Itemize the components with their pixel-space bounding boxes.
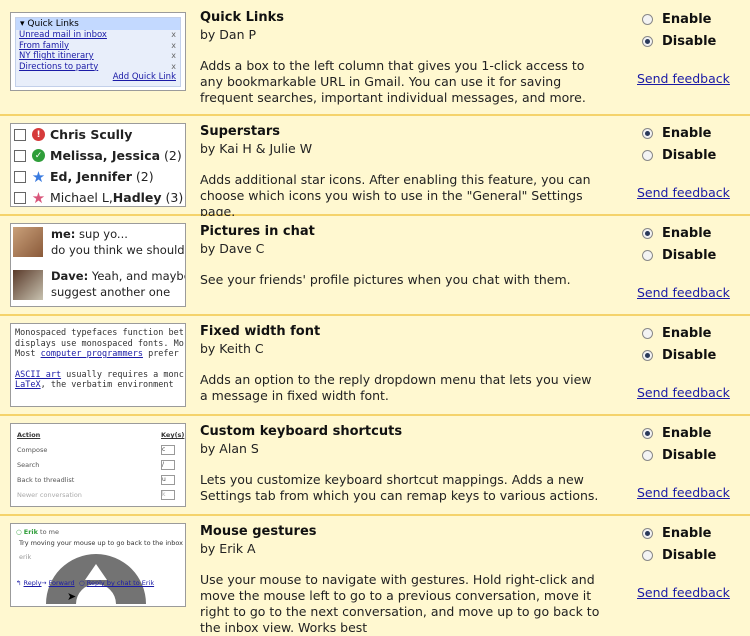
radio-icon[interactable] bbox=[642, 36, 653, 47]
feature-description: Adds an option to the reply dropdown men… bbox=[200, 372, 592, 403]
remove-icon: x bbox=[171, 51, 176, 60]
blue-star-icon: ★ bbox=[31, 167, 46, 186]
feature-row-pictures-in-chat: me: sup yo... do you think we should Dave… bbox=[0, 216, 750, 316]
feature-author: by Keith C bbox=[200, 341, 264, 356]
feature-description: Adds a box to the left column that gives… bbox=[200, 58, 586, 105]
disable-radio[interactable]: Disable bbox=[642, 148, 716, 163]
send-feedback-link[interactable]: Send feedback bbox=[637, 385, 730, 400]
key-field: u bbox=[161, 475, 175, 485]
checkbox-icon bbox=[14, 128, 26, 141]
quick-link-item: Unread mail in inbox x bbox=[19, 30, 176, 40]
feature-row-fixed-width-font: Monospaced typefaces function bet displa… bbox=[0, 316, 750, 416]
fixed-width-preview: Monospaced typefaces function bet displa… bbox=[10, 323, 186, 407]
checkbox-icon bbox=[14, 149, 26, 162]
enable-radio[interactable]: Enable bbox=[642, 526, 712, 541]
disable-radio[interactable]: Disable bbox=[642, 448, 716, 463]
enable-radio[interactable]: Enable bbox=[642, 326, 712, 341]
list-item: ✓ Melissa, Jessica (2) bbox=[11, 145, 185, 166]
feature-title: Superstars bbox=[200, 124, 281, 139]
chat-message: me: sup yo... do you think we should bbox=[51, 227, 185, 257]
radio-icon[interactable] bbox=[642, 150, 653, 161]
enable-radio[interactable]: Enable bbox=[642, 226, 712, 241]
feature-author: by Dave C bbox=[200, 241, 265, 256]
list-item: ★ Ed, Jennifer (2) bbox=[11, 166, 185, 187]
disable-radio[interactable]: Disable bbox=[642, 348, 716, 363]
radio-icon[interactable] bbox=[642, 14, 653, 25]
enable-radio[interactable]: Enable bbox=[642, 426, 712, 441]
radio-icon[interactable] bbox=[642, 428, 653, 439]
feature-title: Pictures in chat bbox=[200, 224, 315, 239]
quick-links-box: ▾ Quick Links Unread mail in inbox x From… bbox=[15, 17, 181, 87]
chat-message: Dave: Yeah, and maybe suggest another one bbox=[51, 269, 186, 299]
labs-feature-list: ▾ Quick Links Unread mail in inbox x From… bbox=[0, 0, 750, 635]
enable-radio[interactable]: Enable bbox=[642, 12, 712, 27]
remove-icon: x bbox=[171, 30, 176, 39]
avatar bbox=[13, 227, 43, 257]
exclamation-icon: ! bbox=[32, 128, 45, 141]
feature-title: Custom keyboard shortcuts bbox=[200, 424, 403, 439]
red-star-icon: ★ bbox=[31, 188, 46, 207]
remove-icon: x bbox=[171, 61, 176, 71]
radio-icon[interactable] bbox=[642, 128, 653, 139]
disable-radio[interactable]: Disable bbox=[642, 34, 716, 49]
radio-icon[interactable] bbox=[642, 328, 653, 339]
feature-row-mouse-gestures: ○ Erik to me Try moving your mouse up to… bbox=[0, 516, 750, 635]
radio-icon[interactable] bbox=[642, 528, 653, 539]
feature-description: Lets you customize keyboard shortcut map… bbox=[200, 472, 599, 503]
feature-row-keyboard-shortcuts: Action Key(s) Compose c Search / Back to… bbox=[0, 416, 750, 516]
radio-icon[interactable] bbox=[642, 228, 653, 239]
shortcuts-preview: Action Key(s) Compose c Search / Back to… bbox=[10, 423, 186, 507]
feature-author: by Alan S bbox=[200, 441, 259, 456]
remove-icon: x bbox=[171, 40, 176, 50]
checkbox-icon bbox=[14, 170, 26, 183]
feature-row-superstars: ! Chris Scully ✓ Melissa, Jessica (2) ★ Ed,… bbox=[0, 116, 750, 219]
gesture-overlay-icon bbox=[46, 554, 146, 604]
list-item: ★ Michael L, Hadley (3) bbox=[11, 187, 185, 207]
add-quick-link: Add Quick Link bbox=[112, 72, 176, 82]
cursor-icon: ➤ bbox=[67, 590, 77, 603]
list-item: ! Chris Scully bbox=[11, 124, 185, 145]
checkbox-icon bbox=[14, 191, 26, 204]
disable-radio[interactable]: Disable bbox=[642, 548, 716, 563]
key-field: c bbox=[161, 445, 175, 455]
feature-title: Mouse gestures bbox=[200, 524, 317, 539]
feature-title: Fixed width font bbox=[200, 324, 321, 339]
radio-icon[interactable] bbox=[642, 550, 653, 561]
send-feedback-link[interactable]: Send feedback bbox=[637, 71, 730, 86]
quick-link-item: NY flight itinerary x bbox=[19, 51, 176, 61]
key-field: / bbox=[161, 460, 175, 470]
send-feedback-link[interactable]: Send feedback bbox=[637, 185, 730, 200]
radio-icon[interactable] bbox=[642, 450, 653, 461]
feature-description: Use your mouse to navigate with gestures… bbox=[200, 572, 600, 635]
feature-row-quick-links: ▾ Quick Links Unread mail in inbox x From… bbox=[0, 0, 750, 116]
enable-radio[interactable]: Enable bbox=[642, 126, 712, 141]
chat-preview: me: sup yo... do you think we should Dave… bbox=[10, 223, 186, 307]
avatar bbox=[13, 270, 43, 300]
send-feedback-link[interactable]: Send feedback bbox=[637, 485, 730, 500]
mono-sample: Monospaced typefaces function bet displa… bbox=[15, 328, 184, 390]
quick-links-header: ▾ Quick Links bbox=[16, 18, 180, 30]
key-field: k bbox=[161, 490, 175, 500]
radio-icon[interactable] bbox=[642, 350, 653, 361]
quick-link-item: Directions to party x bbox=[19, 61, 176, 72]
feature-description: Adds additional star icons. After enabli… bbox=[200, 172, 591, 219]
feature-title: Quick Links bbox=[200, 10, 285, 25]
check-icon: ✓ bbox=[32, 149, 45, 162]
quick-link-item: From family x bbox=[19, 40, 176, 51]
feature-description: See your friends' profile pictures when … bbox=[200, 272, 571, 287]
feature-author: by Erik A bbox=[200, 541, 256, 556]
radio-icon[interactable] bbox=[642, 250, 653, 261]
send-feedback-link[interactable]: Send feedback bbox=[637, 285, 730, 300]
gestures-preview: ○ Erik to me Try moving your mouse up to… bbox=[10, 523, 186, 607]
send-feedback-link[interactable]: Send feedback bbox=[637, 585, 730, 600]
superstars-preview: ! Chris Scully ✓ Melissa, Jessica (2) ★ Ed,… bbox=[10, 123, 186, 207]
feature-author: by Dan P bbox=[200, 27, 257, 42]
feature-author: by Kai H & Julie W bbox=[200, 141, 313, 156]
disable-radio[interactable]: Disable bbox=[642, 248, 716, 263]
quick-links-preview: ▾ Quick Links Unread mail in inbox x From… bbox=[10, 12, 186, 91]
